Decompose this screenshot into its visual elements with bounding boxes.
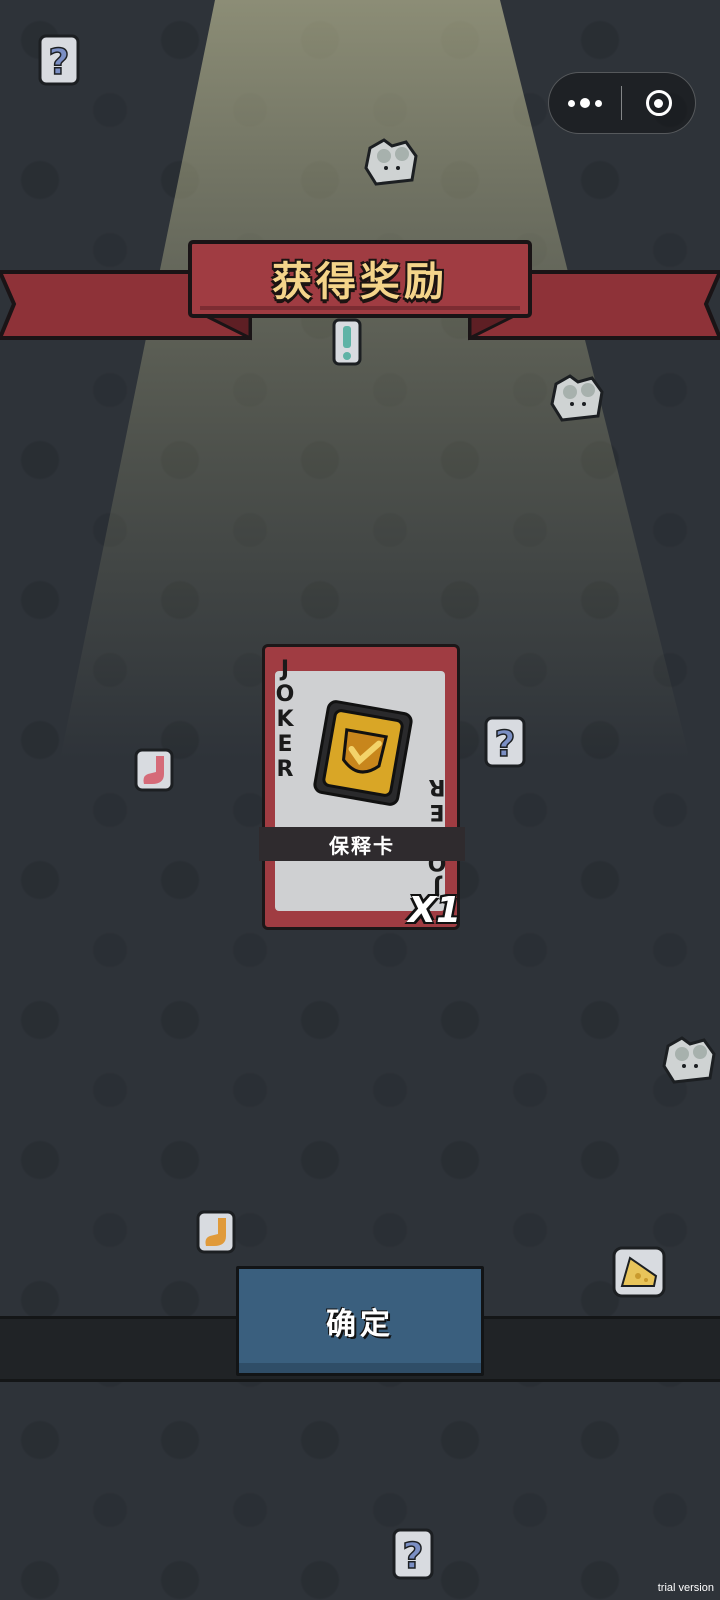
sock-icon: [134, 748, 174, 792]
trial-version-watermark: trial version: [657, 1582, 714, 1594]
more-dots-icon[interactable]: [549, 73, 621, 133]
banner-title: 获得奖励: [272, 259, 448, 305]
miniprogram-capsule: [548, 72, 696, 134]
svg-text:?: ?: [49, 42, 70, 83]
card-name: 保释卡: [259, 827, 465, 861]
sock-icon: [196, 1210, 236, 1254]
mouse-face-icon: [662, 1036, 716, 1084]
svg-text:?: ?: [403, 1536, 424, 1577]
target-close-icon[interactable]: [622, 73, 695, 133]
question-mark-icon: ?: [392, 1528, 434, 1580]
question-mark-icon: ?: [38, 34, 80, 86]
gold-shield-badge-icon: [313, 700, 413, 806]
reward-card[interactable]: JOKER JOKER 保释卡 X1: [259, 644, 465, 931]
question-mark-icon: ?: [484, 716, 526, 768]
card-corner-text: JOKER: [275, 657, 295, 782]
mouse-face-icon: [550, 374, 604, 422]
svg-text:?: ?: [495, 724, 516, 765]
confirm-button[interactable]: 确定: [236, 1266, 484, 1376]
cheese-icon: [612, 1246, 666, 1298]
mouse-face-icon: [364, 138, 418, 186]
card-quantity: X1: [408, 890, 461, 931]
